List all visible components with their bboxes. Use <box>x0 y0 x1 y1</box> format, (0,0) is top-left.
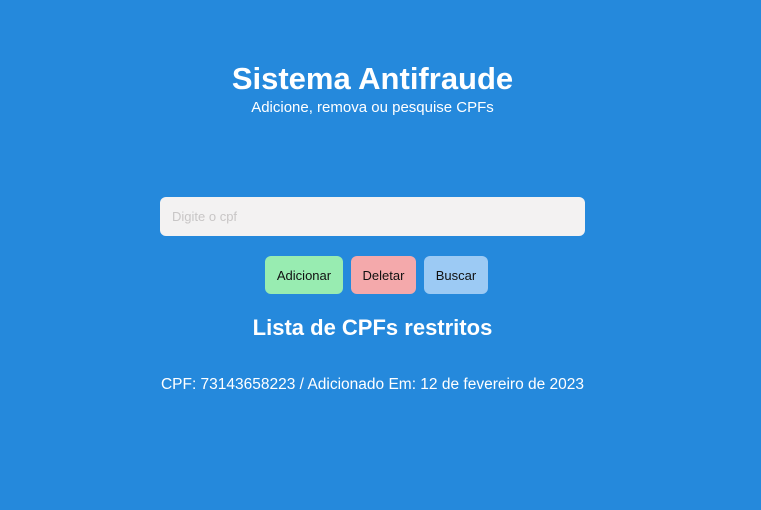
page-title: Sistema Antifraude <box>231 61 514 96</box>
search-button[interactable]: Buscar <box>424 256 488 294</box>
restricted-cpf-list: CPF: 73143658223 / Adicionado Em: 12 de … <box>0 374 745 396</box>
list-item: CPF: 73143658223 / Adicionado Em: 12 de … <box>160 376 585 393</box>
page-subtitle: Adicione, remova ou pesquise CPFs <box>251 99 494 116</box>
cpf-input[interactable] <box>160 197 585 236</box>
list-title: Lista de CPFs restritos <box>252 315 493 340</box>
add-button[interactable]: Adicionar <box>265 256 343 294</box>
delete-button[interactable]: Deletar <box>351 256 416 294</box>
